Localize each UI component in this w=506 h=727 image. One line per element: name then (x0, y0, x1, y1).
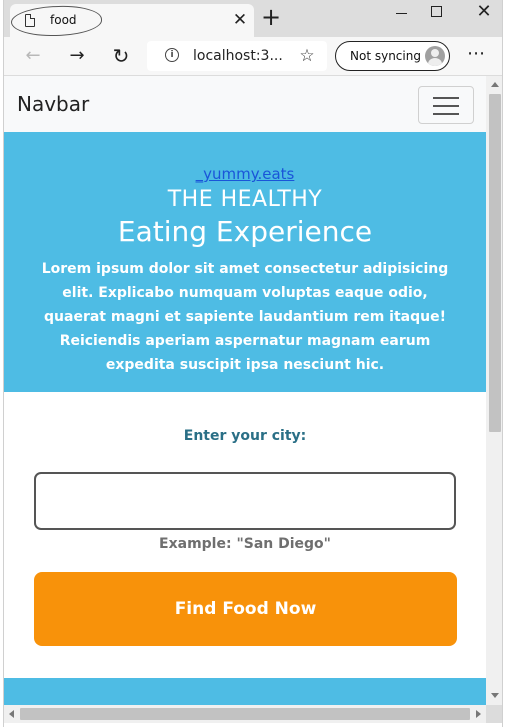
document-icon (25, 14, 35, 27)
navbar-brand[interactable]: Navbar (17, 92, 89, 116)
hero-description: Lorem ipsum dolor sit amet consectetur a… (41, 261, 449, 373)
vertical-scrollbar[interactable] (486, 76, 502, 705)
maximize-button[interactable] (422, 2, 450, 22)
close-window-button[interactable]: ✕ (470, 2, 498, 22)
hamburger-line (433, 113, 459, 115)
avatar-icon (425, 46, 445, 66)
title-bar: food ✕ + ✕ (4, 0, 502, 39)
hamburger-line (433, 105, 459, 107)
url-text: localhost:3... (193, 48, 283, 64)
horizontal-scrollbar[interactable] (4, 705, 486, 723)
navbar-toggler[interactable] (418, 86, 474, 124)
page-viewport: Navbar _yummy.eats THE HEALTHY Eating Ex… (4, 76, 486, 705)
navbar: Navbar (4, 76, 486, 132)
hero-section: _yummy.eats THE HEALTHY Eating Experienc… (4, 132, 486, 392)
back-button[interactable]: ← (20, 43, 46, 69)
city-hint: Example: "San Diego" (159, 536, 331, 552)
scroll-left-icon[interactable] (9, 710, 14, 718)
sync-label: Not syncing (350, 49, 421, 63)
profile-sync-button[interactable]: Not syncing (335, 41, 450, 71)
add-favorite-icon[interactable]: ☆ (297, 46, 317, 66)
city-input[interactable] (34, 472, 456, 530)
scrollbar-thumb[interactable] (20, 708, 470, 720)
hero-link[interactable]: _yummy.eats (196, 165, 295, 183)
browser-tab[interactable]: food ✕ (10, 3, 254, 39)
close-tab-icon[interactable]: ✕ (232, 11, 248, 29)
scroll-down-icon[interactable] (491, 693, 499, 698)
scroll-right-icon[interactable] (476, 710, 481, 718)
hamburger-line (433, 97, 459, 99)
new-tab-button[interactable]: + (260, 5, 282, 29)
address-bar[interactable]: i localhost:3... ☆ (147, 41, 327, 71)
hero-heading-2: Eating Experience (117, 215, 373, 248)
find-food-button[interactable]: Find Food Now (34, 572, 457, 646)
scroll-up-icon[interactable] (491, 82, 499, 87)
browser-window: food ✕ + ✕ ← → ↻ i localhost:3... ☆ Not … (3, 0, 503, 727)
scrollbar-corner (486, 705, 502, 723)
reload-button[interactable]: ↻ (108, 43, 134, 69)
hero-link-row: _yummy.eats (4, 165, 486, 183)
minimize-button[interactable] (387, 2, 415, 22)
hero-heading-1: THE HEALTHY (167, 187, 323, 212)
city-label: Enter your city: (183, 428, 307, 444)
tab-title: food (50, 13, 77, 27)
footer-section (4, 678, 486, 705)
more-menu-button[interactable]: ⋯ (464, 43, 488, 69)
scrollbar-thumb[interactable] (489, 94, 501, 432)
forward-button[interactable]: → (64, 43, 90, 69)
info-icon[interactable]: i (165, 48, 179, 62)
browser-toolbar: ← → ↻ i localhost:3... ☆ Not syncing ⋯ (4, 37, 502, 76)
